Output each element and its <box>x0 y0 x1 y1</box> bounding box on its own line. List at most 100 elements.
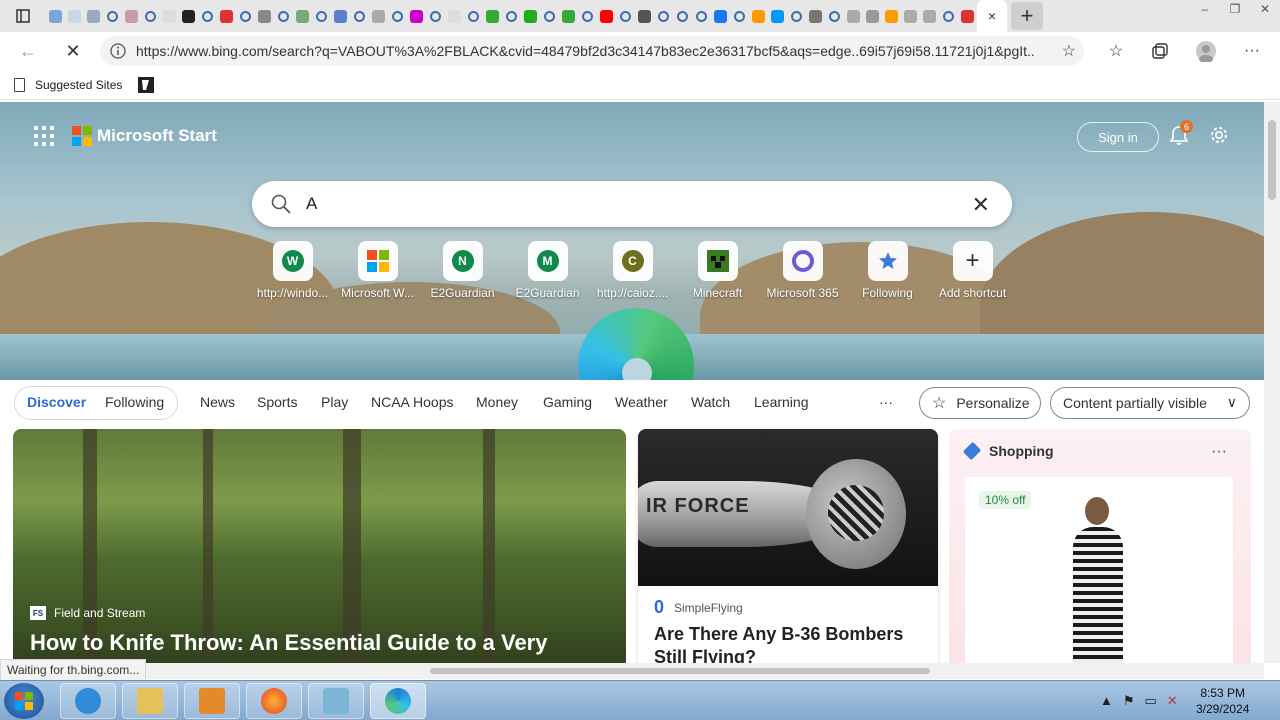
pinned-tab[interactable] <box>559 0 578 32</box>
url-text[interactable]: https://www.bing.com/search?q=VABOUT%3A%… <box>136 43 1036 59</box>
news-card-featured[interactable]: FS Field and Stream How to Knife Throw: … <box>13 429 626 663</box>
pinned-tab[interactable] <box>350 0 369 32</box>
card-headline[interactable]: Are There Any B-36 Bombers Still Flying? <box>654 623 930 663</box>
card-headline[interactable]: How to Knife Throw: An Essential Guide t… <box>30 630 620 656</box>
card-more-button[interactable]: ··· <box>1211 443 1227 461</box>
restore-button[interactable]: ❐ <box>1220 0 1250 18</box>
brand-title[interactable]: Microsoft Start <box>97 126 217 146</box>
pinned-tab[interactable] <box>483 0 502 32</box>
scroll-thumb[interactable] <box>430 668 930 674</box>
pinned-tab[interactable] <box>844 0 863 32</box>
shortcut-tile[interactable]: Whttp://windo... <box>250 241 335 300</box>
pinned-tab[interactable] <box>122 0 141 32</box>
close-tab-icon[interactable]: × <box>988 8 996 24</box>
search-icon[interactable] <box>270 193 292 215</box>
pinned-tab[interactable] <box>806 0 825 32</box>
pinned-tab[interactable] <box>749 0 768 32</box>
taskbar-explorer-button[interactable] <box>122 683 178 719</box>
pinned-tab[interactable] <box>825 0 844 32</box>
nav-news[interactable]: News <box>200 394 235 410</box>
settings-gear-icon[interactable] <box>1208 124 1230 146</box>
clear-search-icon[interactable]: ✕ <box>972 192 990 218</box>
pinned-tab[interactable] <box>939 0 958 32</box>
tab-actions-button[interactable] <box>0 0 46 32</box>
scroll-thumb[interactable] <box>1268 120 1276 200</box>
vertical-scrollbar[interactable] <box>1264 102 1280 663</box>
stop-loading-button[interactable]: ✕ <box>55 33 91 69</box>
pinned-tab[interactable] <box>236 0 255 32</box>
shortcut-tile[interactable]: + Add shortcut <box>930 241 1015 300</box>
site-info-icon[interactable] <box>100 43 136 59</box>
pinned-tab[interactable] <box>711 0 730 32</box>
nav-play[interactable]: Play <box>321 394 348 410</box>
pinned-tab[interactable] <box>540 0 559 32</box>
shortcut-tile[interactable]: Microsoft W... <box>335 241 420 300</box>
active-tab[interactable]: × <box>977 0 1007 32</box>
pinned-tab[interactable] <box>179 0 198 32</box>
content-visibility-dropdown[interactable]: Content partially visible ∨ <box>1050 387 1250 419</box>
pinned-tab[interactable] <box>46 0 65 32</box>
pinned-tab[interactable] <box>274 0 293 32</box>
news-card-secondary[interactable]: IR FORCE 0 SimpleFlying Are There Any B-… <box>638 429 938 663</box>
favorite-bookmark-icon[interactable] <box>138 76 155 93</box>
pinned-tab[interactable] <box>768 0 787 32</box>
volume-muted-icon[interactable]: ✕ <box>1167 693 1178 709</box>
pinned-tab[interactable] <box>502 0 521 32</box>
address-bar[interactable]: https://www.bing.com/search?q=VABOUT%3A%… <box>100 36 1084 66</box>
nav-money[interactable]: Money <box>476 394 518 410</box>
close-window-button[interactable]: ✕ <box>1250 0 1280 18</box>
pinned-tab[interactable] <box>521 0 540 32</box>
nav-more-button[interactable]: ··· <box>879 394 893 410</box>
settings-more-icon[interactable]: ··· <box>1239 38 1265 64</box>
favorite-suggested-sites[interactable]: Suggested Sites <box>14 77 122 92</box>
nav-watch[interactable]: Watch <box>691 394 730 410</box>
favorites-icon[interactable]: ☆ <box>1103 38 1129 64</box>
pinned-tab[interactable] <box>312 0 331 32</box>
nav-gaming[interactable]: Gaming <box>543 394 592 410</box>
pinned-tab[interactable] <box>464 0 483 32</box>
taskbar-ie-button[interactable] <box>60 683 116 719</box>
taskbar-firefox-button[interactable] <box>246 683 302 719</box>
pinned-tab[interactable] <box>958 0 977 32</box>
personalize-button[interactable]: ☆ Personalize <box>919 387 1041 419</box>
pinned-tab[interactable] <box>65 0 84 32</box>
nav-learning[interactable]: Learning <box>754 394 809 410</box>
nav-ncaa-hoops[interactable]: NCAA Hoops <box>371 394 453 410</box>
pinned-tab[interactable] <box>920 0 939 32</box>
add-favorite-icon[interactable]: ☆ <box>1062 41 1076 61</box>
pinned-tab[interactable] <box>103 0 122 32</box>
pinned-tab[interactable] <box>597 0 616 32</box>
pinned-tab[interactable] <box>730 0 749 32</box>
shortcut-tile[interactable]: Following <box>845 241 930 300</box>
tab-following[interactable]: Following <box>105 394 164 410</box>
shopping-card[interactable]: Shopping ··· 10% off <box>949 429 1251 663</box>
pinned-tab[interactable] <box>369 0 388 32</box>
pinned-tab[interactable] <box>692 0 711 32</box>
taskbar-app-button[interactable] <box>308 683 364 719</box>
profile-avatar[interactable] <box>1193 38 1219 64</box>
new-tab-button[interactable]: + <box>1011 2 1043 30</box>
taskbar-edge-button[interactable] <box>370 683 426 719</box>
system-clock[interactable]: 8:53 PM 3/29/2024 <box>1196 685 1249 717</box>
pinned-tab[interactable] <box>141 0 160 32</box>
pinned-tab[interactable] <box>293 0 312 32</box>
back-button[interactable]: ← <box>10 33 46 69</box>
tab-discover[interactable]: Discover <box>27 394 86 410</box>
nav-weather[interactable]: Weather <box>615 394 668 410</box>
app-launcher-icon[interactable] <box>34 126 54 146</box>
pinned-tab[interactable] <box>445 0 464 32</box>
collections-icon[interactable] <box>1147 38 1173 64</box>
pinned-tab[interactable] <box>84 0 103 32</box>
shortcut-tile[interactable]: Minecraft <box>675 241 760 300</box>
pinned-tab[interactable] <box>388 0 407 32</box>
pinned-tab[interactable] <box>407 0 426 32</box>
pinned-tab[interactable] <box>673 0 692 32</box>
pinned-tab[interactable] <box>654 0 673 32</box>
pinned-tab[interactable] <box>426 0 445 32</box>
network-icon[interactable]: ▭ <box>1145 693 1157 709</box>
pinned-tab[interactable] <box>331 0 350 32</box>
pinned-tab[interactable] <box>901 0 920 32</box>
pinned-tab[interactable] <box>578 0 597 32</box>
pinned-tab[interactable] <box>217 0 236 32</box>
nav-sports[interactable]: Sports <box>257 394 297 410</box>
